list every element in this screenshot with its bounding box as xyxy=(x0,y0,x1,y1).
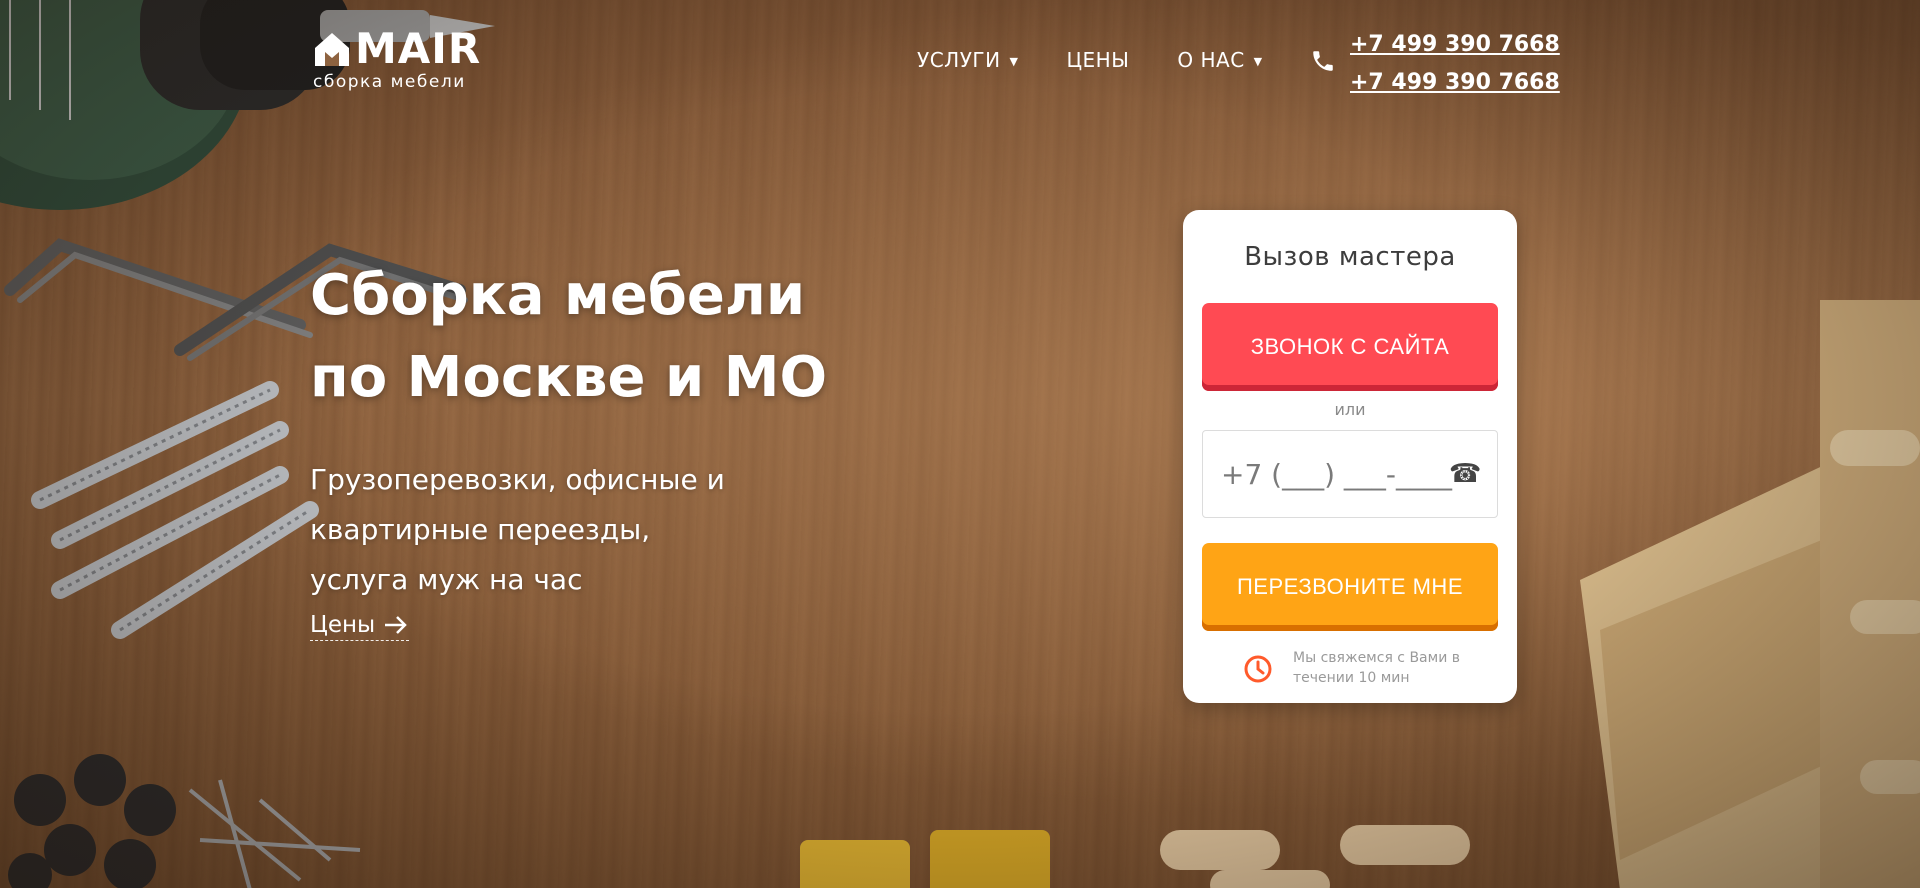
chevron-down-icon: ▼ xyxy=(1009,54,1019,68)
nav-item-label: УСЛУГИ xyxy=(917,48,1001,72)
nav-item-label: О НАС xyxy=(1177,48,1245,72)
header-phones: +7 499 390 7668 +7 499 390 7668 xyxy=(1350,26,1560,102)
response-time-text: Мы свяжемся с Вами в течении 10 мин xyxy=(1293,648,1493,688)
nav-item-label: ЦЕНЫ xyxy=(1066,48,1130,72)
response-time-note: Мы свяжемся с Вами в течении 10 мин xyxy=(1243,648,1493,688)
prices-link-label: Цены xyxy=(310,612,376,638)
hero-subtitle-line: Грузоперевозки, офисные и xyxy=(310,463,725,496)
phone-icon xyxy=(1313,51,1333,71)
site-logo[interactable]: MAIR сборка мебели xyxy=(313,28,483,94)
telephone-icon: ☎ xyxy=(1449,459,1482,489)
logo-tagline: сборка мебели xyxy=(313,72,466,92)
or-separator: или xyxy=(1334,400,1366,419)
wood-boards-decoration xyxy=(1580,300,1920,888)
furniture-caps-decoration xyxy=(8,754,361,888)
phone-field: ☎ xyxy=(1202,430,1498,518)
callback-form-card: Вызов мастера ЗВОНОК С САЙТА или ☎ ПЕРЕЗ… xyxy=(1183,210,1517,703)
phone-link-1[interactable]: +7 499 390 7668 xyxy=(1350,26,1560,64)
logo-name: MAIR xyxy=(355,24,482,73)
phone-link-2[interactable]: +7 499 390 7668 xyxy=(1350,64,1560,102)
phone-input[interactable] xyxy=(1203,457,1453,491)
clock-icon xyxy=(1244,655,1272,683)
logo-wordmark: MAIR xyxy=(313,28,483,70)
prices-link[interactable]: Цены xyxy=(310,612,410,641)
chevron-down-icon: ▼ xyxy=(1253,54,1263,68)
nav-item-about[interactable]: О НАС ▼ xyxy=(1177,48,1262,72)
nav-item-prices[interactable]: ЦЕНЫ xyxy=(1067,48,1130,72)
dowels-decoration xyxy=(1160,825,1470,888)
screws-decoration xyxy=(31,381,319,639)
callback-submit-button[interactable]: ПЕРЕЗВОНИТЕ МНЕ xyxy=(1202,543,1498,631)
nav-item-services[interactable]: УСЛУГИ ▼ xyxy=(917,48,1019,72)
house-logo-icon xyxy=(315,33,349,66)
form-title: Вызов мастера xyxy=(1244,242,1456,272)
call-from-site-button[interactable]: ЗВОНОК С САЙТА xyxy=(1202,303,1498,391)
hero-subtitle: Грузоперевозки, офисные и квартирные пер… xyxy=(310,455,830,605)
hero-title-line: по Москве и МО xyxy=(310,345,828,410)
main-nav: УСЛУГИ ▼ ЦЕНЫ О НАС ▼ xyxy=(917,48,1311,72)
note-line: Мы свяжемся с Вами в xyxy=(1293,650,1461,666)
hero-subtitle-line: услуга муж на час xyxy=(310,563,583,596)
arrow-right-icon xyxy=(385,616,407,634)
hero-title-line: Сборка мебели xyxy=(310,263,806,328)
hero-subtitle-line: квартирные переезды, xyxy=(310,513,651,546)
note-line: течении 10 мин xyxy=(1293,670,1410,686)
hero-title: Сборка мебели по Москве и МО xyxy=(310,255,870,419)
yellow-bracket-decoration xyxy=(800,830,1050,888)
